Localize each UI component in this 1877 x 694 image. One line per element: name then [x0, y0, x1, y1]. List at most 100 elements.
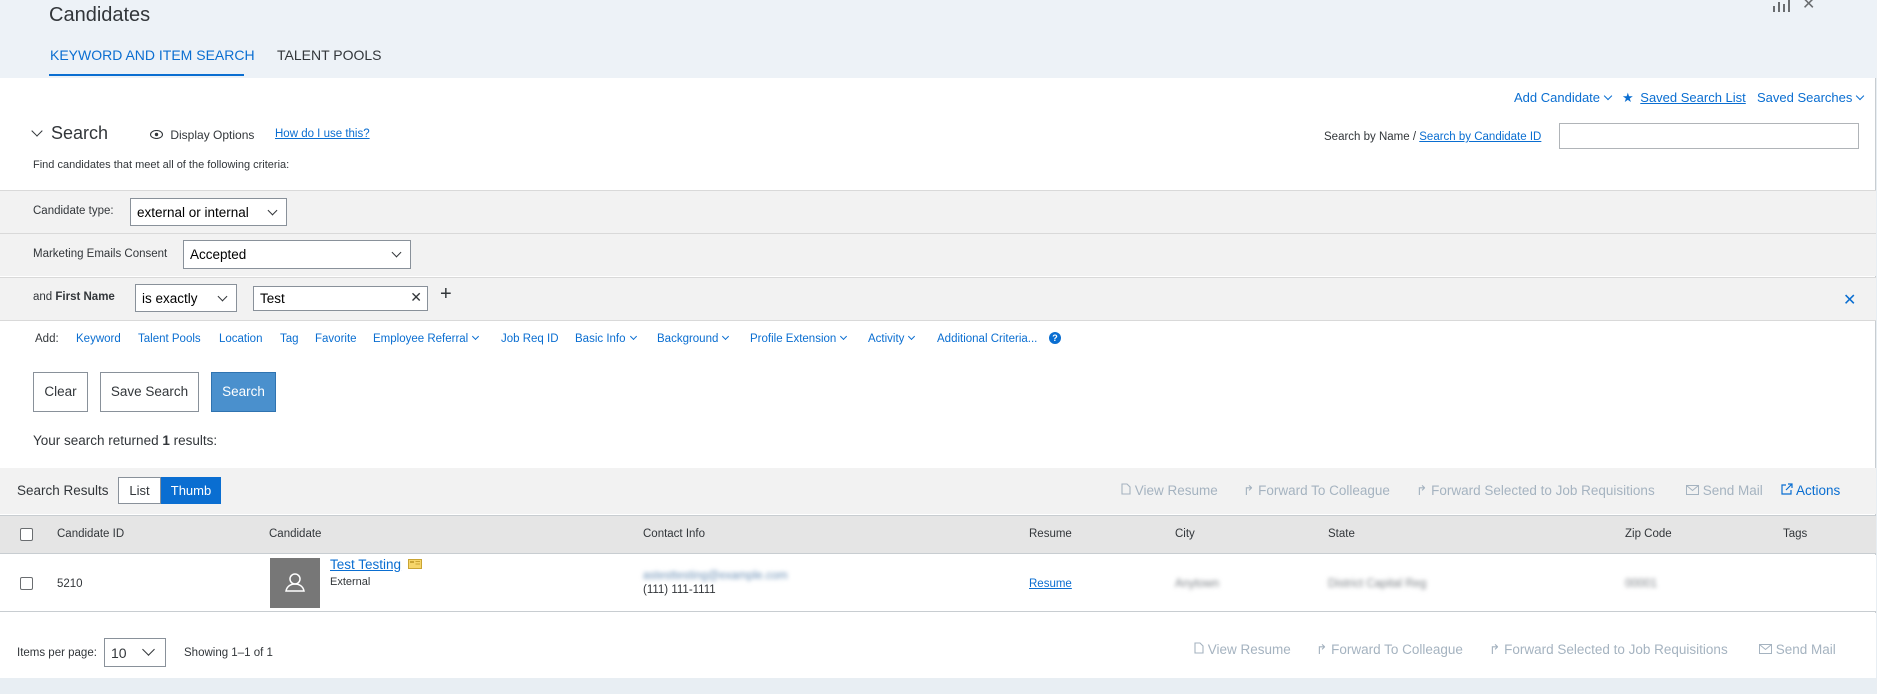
document-icon	[1194, 642, 1208, 657]
candidate-type: External	[330, 576, 371, 588]
search-by-name-input[interactable]	[1559, 123, 1859, 149]
chevron-down-icon	[1603, 91, 1613, 101]
first-name-input[interactable]: Test ✕	[253, 286, 428, 311]
candidate-type-select[interactable]: external or internal	[130, 198, 287, 226]
view-resume-label: View Resume	[1134, 483, 1218, 498]
column-tags[interactable]: Tags	[1783, 528, 1807, 540]
search-button[interactable]: Search	[211, 372, 276, 412]
resume-link[interactable]: Resume	[1029, 578, 1072, 590]
first-name-prefix: and	[33, 291, 53, 303]
first-name-value: Test	[260, 291, 285, 306]
saved-search-list-label: Saved Search List	[1640, 90, 1746, 105]
column-candidate[interactable]: Candidate	[269, 528, 321, 540]
column-zip-code[interactable]: Zip Code	[1625, 528, 1672, 540]
add-activity-menu[interactable]: Activity	[868, 332, 916, 345]
column-contact-info[interactable]: Contact Info	[643, 528, 705, 540]
send-mail-label: Send Mail	[1775, 642, 1836, 657]
forward-to-colleague-action-bottom[interactable]: ↱ Forward To Colleague	[1316, 642, 1463, 658]
mail-icon	[1686, 483, 1703, 498]
forward-job-requisitions-action-bottom[interactable]: ↱ Forward Selected to Job Requisitions	[1489, 642, 1728, 658]
add-talent-pools-link[interactable]: Talent Pools	[138, 333, 201, 345]
add-location-link[interactable]: Location	[219, 333, 262, 345]
chevron-down-icon	[267, 205, 278, 216]
view-resume-action[interactable]: View Resume	[1121, 483, 1218, 498]
search-by-name-text: Search by Name /	[1324, 131, 1417, 143]
active-tab-indicator	[49, 74, 244, 76]
chevron-down-icon	[722, 332, 730, 341]
column-state[interactable]: State	[1328, 528, 1355, 540]
send-mail-label: Send Mail	[1702, 483, 1763, 498]
external-link-icon	[1781, 483, 1796, 498]
send-mail-action[interactable]: Send Mail	[1686, 483, 1763, 498]
display-options-button[interactable]: Display Options	[149, 128, 255, 142]
add-tag-link[interactable]: Tag	[280, 333, 299, 345]
employee-referral-label: Employee Referral	[373, 333, 469, 345]
list-view-toggle[interactable]: List	[118, 477, 161, 504]
forward-job-requisitions-action[interactable]: ↱ Forward Selected to Job Requisitions	[1416, 483, 1655, 499]
help-icon[interactable]: ?	[1049, 332, 1061, 344]
candidate-city: Anytown	[1175, 578, 1220, 590]
chevron-down-icon	[1856, 91, 1865, 101]
remove-criteria-icon[interactable]: ✕	[1843, 290, 1856, 310]
result-summary: Your search returned 1 results:	[33, 433, 217, 448]
search-by-name-label: Search by Name / Search by Candidate ID	[1324, 131, 1541, 143]
chart-icon[interactable]	[1772, 0, 1790, 17]
search-by-candidate-id-link[interactable]: Search by Candidate ID	[1419, 131, 1541, 143]
items-per-page-select[interactable]: 10	[104, 638, 166, 667]
candidate-email[interactable]: astesttesting@example.com	[643, 570, 788, 582]
tab-keyword-search[interactable]: KEYWORD AND ITEM SEARCH	[50, 47, 255, 63]
clear-button[interactable]: Clear	[33, 372, 88, 412]
page-header: Candidates ✕ KEYWORD AND ITEM SEARCH TAL…	[0, 0, 1877, 78]
column-city[interactable]: City	[1175, 528, 1195, 540]
clear-input-icon[interactable]: ✕	[410, 289, 422, 306]
display-options-label: Display Options	[170, 128, 255, 142]
view-resume-label: View Resume	[1207, 642, 1291, 657]
close-icon[interactable]: ✕	[1802, 0, 1815, 14]
saved-searches-label: Saved Searches	[1757, 90, 1853, 105]
add-favorite-link[interactable]: Favorite	[315, 333, 357, 345]
marketing-consent-select[interactable]: Accepted	[183, 240, 411, 269]
saved-search-list-link[interactable]: ★ Saved Search List	[1622, 90, 1746, 106]
basic-info-label: Basic Info	[575, 333, 626, 345]
saved-searches-menu[interactable]: Saved Searches	[1757, 90, 1865, 105]
search-section-toggle[interactable]: Search	[31, 123, 108, 144]
forward-icon: ↱	[1416, 483, 1428, 498]
select-all-checkbox[interactable]	[20, 528, 33, 541]
forward-colleague-label: Forward To Colleague	[1331, 642, 1463, 657]
add-employee-referral-menu[interactable]: Employee Referral	[373, 332, 480, 345]
column-candidate-id[interactable]: Candidate ID	[57, 528, 124, 540]
forward-to-colleague-action[interactable]: ↱ Forward To Colleague	[1243, 483, 1390, 499]
how-do-i-use-link[interactable]: How do I use this?	[275, 128, 370, 140]
showing-count: Showing 1–1 of 1	[184, 647, 273, 659]
person-icon	[285, 573, 305, 592]
thumb-view-toggle[interactable]: Thumb	[161, 477, 221, 504]
search-results-label: Search Results	[17, 483, 109, 498]
tab-talent-pools[interactable]: TALENT POOLS	[277, 47, 382, 63]
candidate-name-link[interactable]: Test Testing	[330, 557, 401, 572]
view-resume-action-bottom[interactable]: View Resume	[1194, 642, 1291, 657]
add-job-req-id-link[interactable]: Job Req ID	[501, 333, 559, 345]
forward-job-label: Forward Selected to Job Requisitions	[1431, 483, 1655, 498]
actions-menu[interactable]: Actions	[1781, 483, 1840, 498]
add-basic-info-menu[interactable]: Basic Info	[575, 332, 637, 345]
result-count: 1	[162, 433, 170, 448]
criteria-instructions: Find candidates that meet all of the fol…	[33, 159, 290, 171]
contact-card-icon[interactable]	[408, 559, 422, 572]
add-additional-criteria-link[interactable]: Additional Criteria...	[937, 333, 1037, 345]
send-mail-action-bottom[interactable]: Send Mail	[1759, 642, 1836, 657]
items-per-page-label: Items per page:	[17, 647, 97, 659]
add-background-menu[interactable]: Background	[657, 332, 730, 345]
candidate-type-value: external or internal	[137, 205, 249, 220]
eye-icon	[149, 128, 166, 142]
star-icon: ★	[1622, 90, 1634, 105]
add-profile-extension-menu[interactable]: Profile Extension	[750, 332, 848, 345]
candidates-page: Candidates ✕ KEYWORD AND ITEM SEARCH TAL…	[0, 0, 1877, 694]
column-resume[interactable]: Resume	[1029, 528, 1072, 540]
first-name-operator-select[interactable]: is exactly	[135, 284, 237, 312]
row-checkbox[interactable]	[20, 577, 33, 590]
save-search-button[interactable]: Save Search	[100, 372, 199, 412]
forward-icon: ↱	[1316, 642, 1328, 657]
add-criteria-icon[interactable]: +	[440, 283, 452, 306]
add-keyword-link[interactable]: Keyword	[76, 333, 121, 345]
add-candidate-menu[interactable]: Add Candidate	[1514, 90, 1613, 105]
